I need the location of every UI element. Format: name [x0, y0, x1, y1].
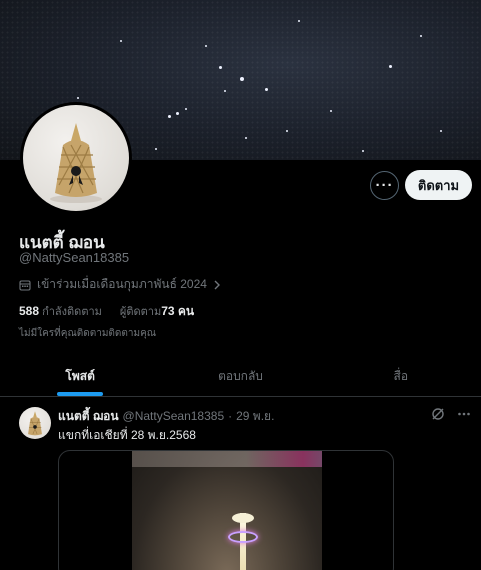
star — [77, 97, 79, 99]
joined-date: เข้าร่วมเมื่อเดือนกุมภาพันธ์ 2024 — [19, 275, 221, 294]
post-date[interactable]: 29 พ.ย. — [236, 407, 274, 426]
star — [240, 77, 244, 81]
star — [205, 45, 207, 47]
star — [362, 150, 364, 152]
star — [120, 40, 122, 42]
more-options-label: ··· — [375, 177, 394, 194]
more-options-button[interactable]: ··· — [370, 171, 399, 200]
followers-label: ผู้ติดตาม — [119, 306, 162, 318]
tab-posts-label: โพสต์ — [65, 368, 95, 383]
post-author-handle[interactable]: @NattySean18385 — [123, 409, 225, 423]
star — [168, 115, 171, 118]
chevron-right-icon[interactable] — [213, 279, 221, 291]
tower-cap-shape — [232, 513, 254, 523]
tab-replies-label: ตอบกลับ — [218, 368, 263, 383]
star — [224, 90, 226, 92]
post-author-name[interactable]: แนตตี้ ฌอน — [58, 407, 119, 426]
joined-label: เข้าร่วมเมื่อเดือนกุมภาพันธ์ 2024 — [37, 277, 207, 291]
post-header: แนตตี้ ฌอน @NattySean18385 · 29 พ.ย. — [58, 407, 274, 426]
star — [176, 112, 179, 115]
followers-link[interactable]: ผู้ติดตาม73 คน — [120, 302, 194, 321]
post-separator: · — [228, 409, 233, 423]
post-text: แขกที่เอเชียที่ 28 พ.ย.2568 — [58, 428, 196, 442]
post[interactable]: แนตตี้ ฌอน @NattySean18385 · 29 พ.ย. แขก… — [0, 398, 481, 570]
star — [286, 130, 288, 132]
tab-posts[interactable]: โพสต์ — [0, 356, 160, 396]
profile-tabs: โพสต์ ตอบกลับ สื่อ — [0, 356, 481, 397]
post-photo — [132, 451, 322, 570]
tab-media-label: สื่อ — [393, 368, 409, 383]
mutual-followers-text: ไม่มีใครที่คุณติดตามติดตามคุณ — [19, 328, 157, 339]
profile-handle: @NattySean18385 — [19, 250, 130, 265]
active-tab-indicator — [57, 392, 104, 396]
tab-media[interactable]: สื่อ — [321, 356, 481, 396]
bamboo-basket-icon — [28, 411, 42, 436]
star — [219, 66, 222, 69]
following-label: กำลังติดตาม — [42, 306, 102, 318]
bamboo-basket-icon — [50, 123, 102, 203]
star — [440, 130, 442, 132]
post-actions — [431, 407, 471, 421]
post-media[interactable] — [58, 450, 394, 570]
followers-count: 73 คน — [161, 304, 195, 318]
following-link[interactable]: 588 กำลังติดตาม — [19, 302, 102, 321]
tab-replies[interactable]: ตอบกลับ — [160, 356, 320, 396]
post-author-avatar[interactable] — [19, 407, 51, 439]
follow-button[interactable]: ติดตาม — [405, 170, 472, 200]
grok-icon[interactable] — [431, 407, 445, 421]
more-horizontal-icon[interactable] — [457, 407, 471, 421]
star — [185, 108, 187, 110]
star — [330, 110, 332, 112]
avatar-image — [23, 105, 129, 211]
photo-light-streak — [132, 451, 322, 467]
follow-stats: 588 กำลังติดตาม ผู้ติดตาม73 คน — [19, 302, 194, 321]
star — [389, 65, 392, 68]
calendar-icon — [19, 279, 31, 291]
tower-ring-shape — [228, 531, 258, 543]
follow-label: ติดตาม — [417, 177, 460, 193]
profile-avatar[interactable] — [20, 102, 132, 214]
star — [265, 88, 268, 91]
following-count: 588 — [19, 304, 40, 318]
star — [155, 148, 157, 150]
star — [298, 20, 300, 22]
star — [245, 137, 247, 139]
star — [420, 35, 422, 37]
